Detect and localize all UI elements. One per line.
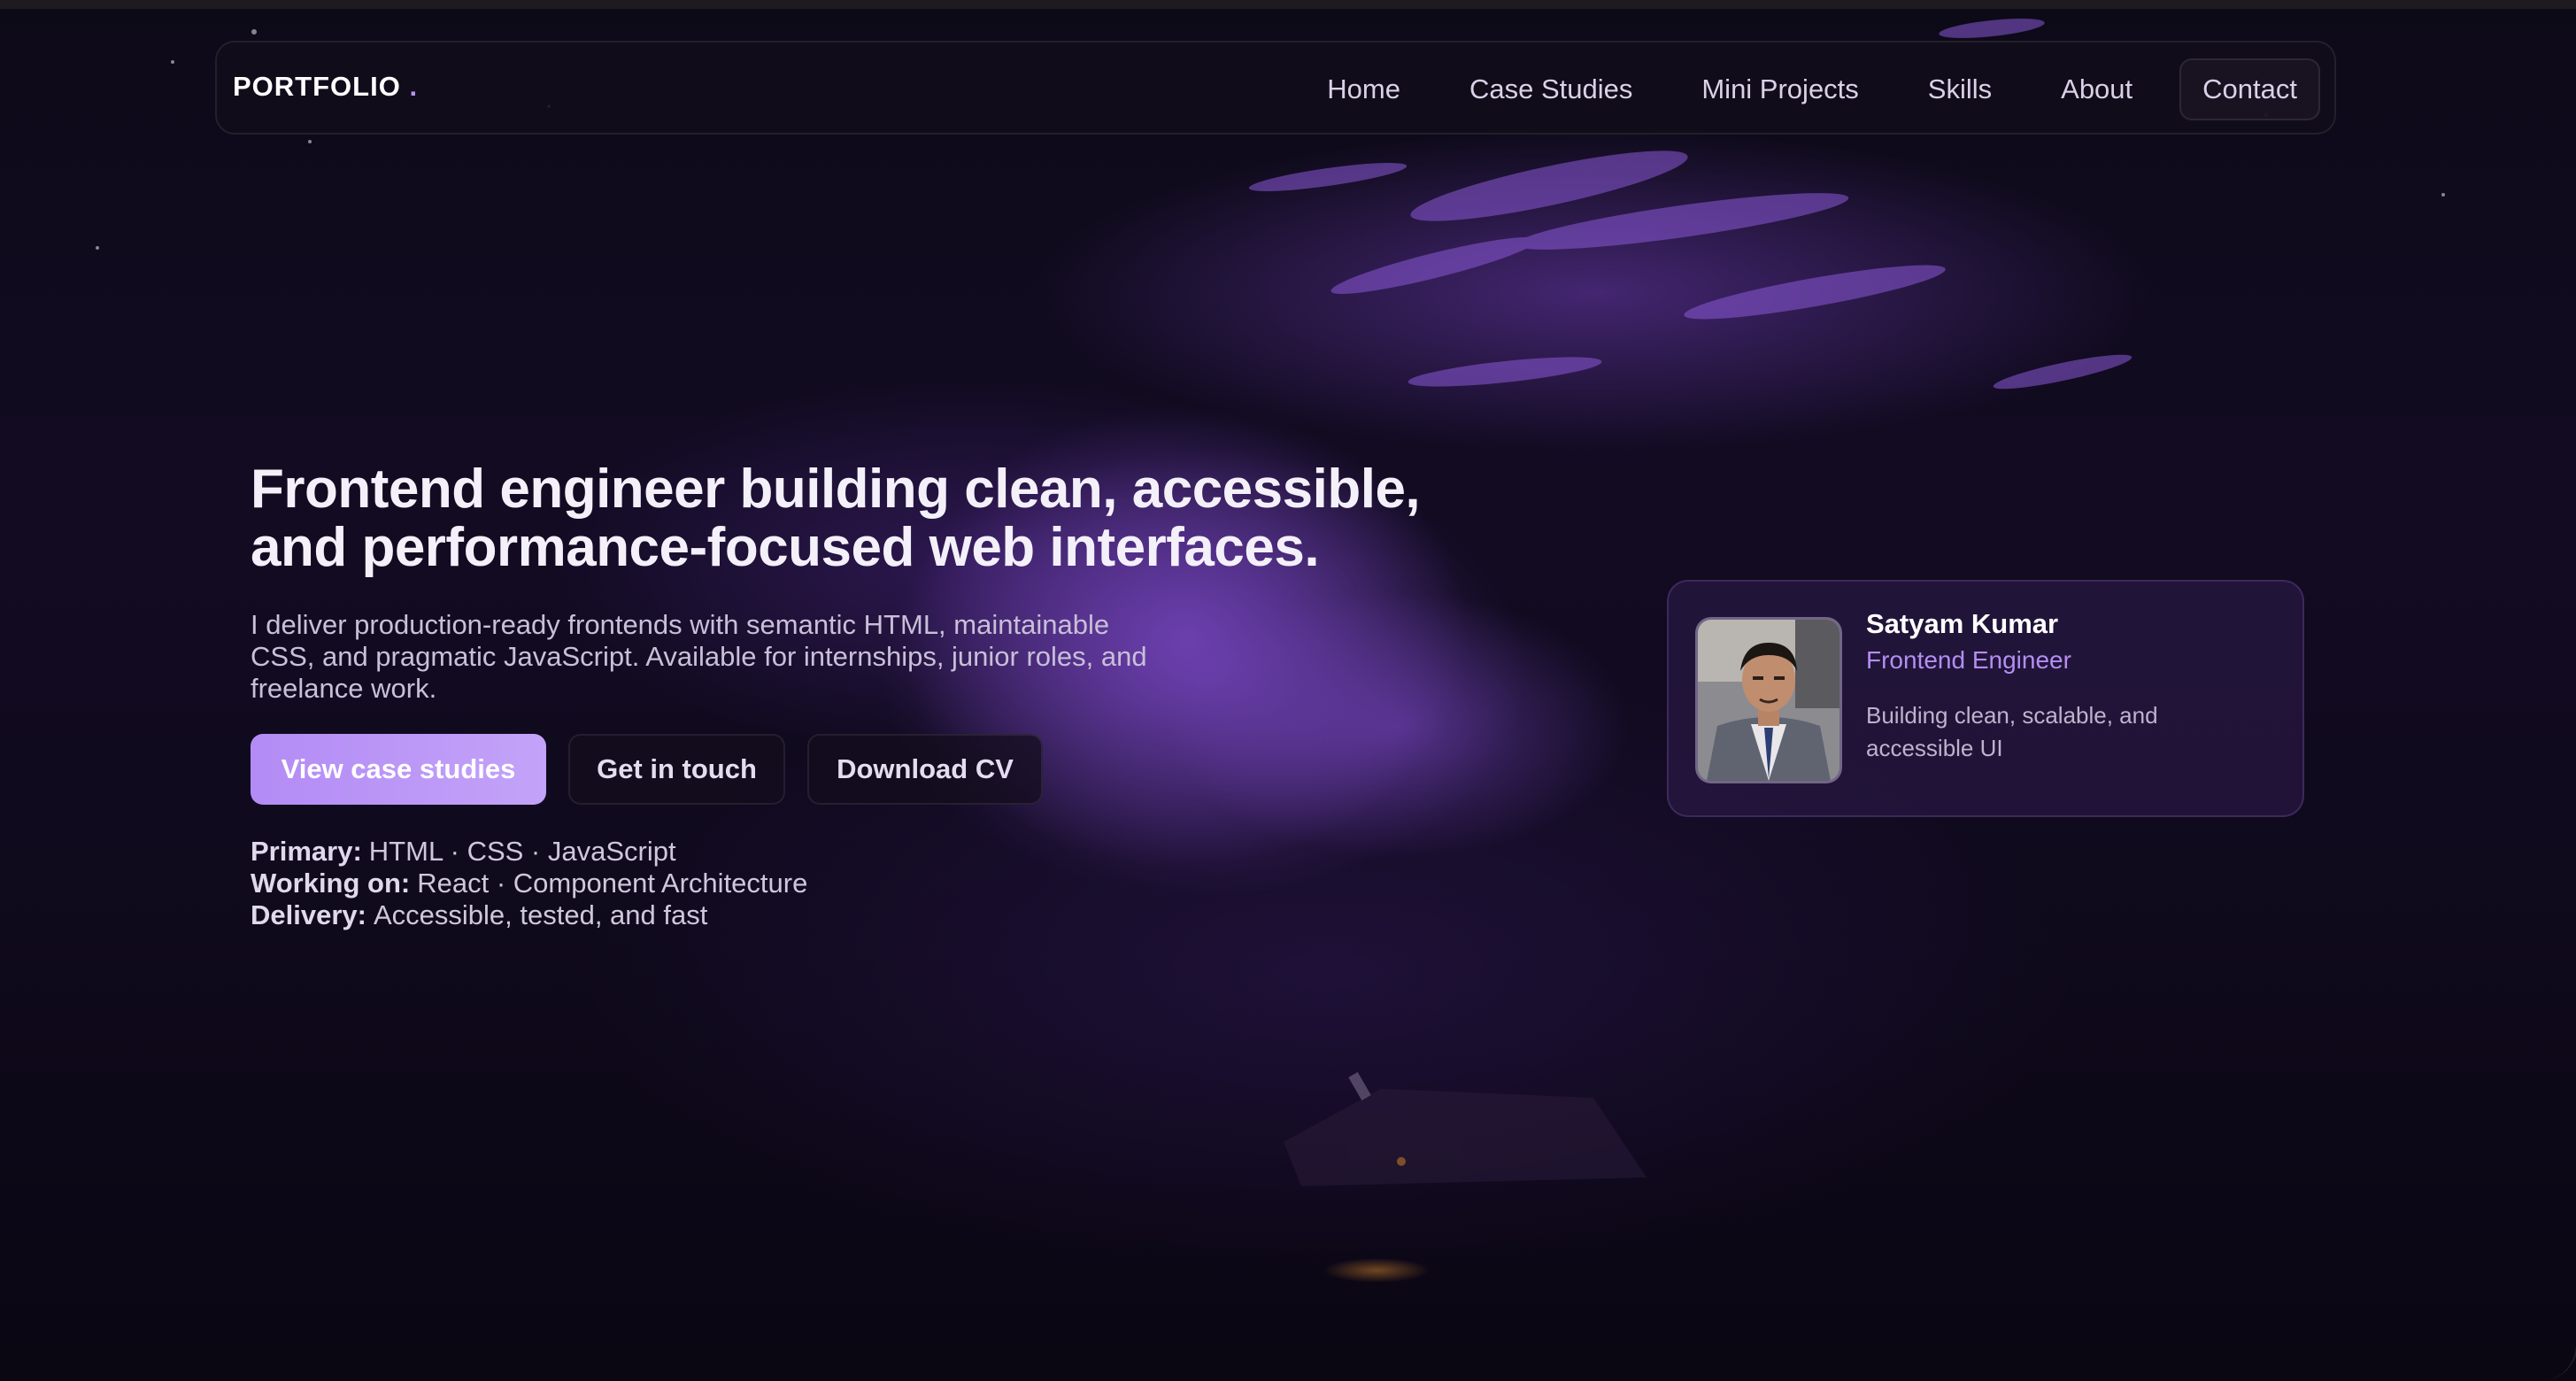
browser-top-strip [0, 0, 2576, 9]
skills-summary-row: Primary: HTML · CSS · JavaScript [251, 836, 807, 868]
hero-title-line: and performance-focused web interfaces. [251, 517, 1320, 578]
brand-text: PORTFOLIO [233, 71, 401, 102]
summary-value: React · Component Architecture [417, 868, 808, 899]
nav-link-about[interactable]: About [2026, 58, 2167, 120]
nav-link-contact[interactable]: Contact [2179, 58, 2320, 120]
summary-label: Working on: [251, 868, 411, 899]
top-navbar: PORTFOLIO . Home Case Studies Mini Proje… [215, 41, 2336, 135]
portfolio-page: PORTFOLIO . Home Case Studies Mini Proje… [0, 0, 2576, 1381]
summary-label: Delivery: [251, 899, 366, 930]
window-edge [2541, 319, 2576, 1381]
summary-label: Primary: [251, 836, 362, 867]
brand-dot: . [409, 71, 419, 102]
nav-link-home[interactable]: Home [1292, 58, 1435, 120]
profile-role: Frontend Engineer [1866, 646, 2071, 674]
skills-summary: Primary: HTML · CSS · JavaScript Working … [251, 836, 807, 931]
profile-card: Satyam Kumar Frontend Engineer Building … [1667, 580, 2304, 817]
hero-description-line: I deliver production-ready frontends wit… [251, 609, 1110, 640]
profile-name: Satyam Kumar [1866, 608, 2059, 639]
summary-value: Accessible, tested, and fast [373, 899, 708, 930]
skills-summary-row: Working on: React · Component Architectur… [251, 868, 807, 899]
nav-link-case-studies[interactable]: Case Studies [1435, 58, 1667, 120]
hero-description-line: CSS, and pragmatic JavaScript. Available… [251, 641, 1147, 672]
profile-tagline-line: accessible UI [1866, 735, 2003, 761]
skills-summary-row: Delivery: Accessible, tested, and fast [251, 899, 807, 931]
view-case-studies-button[interactable]: View case studies [251, 734, 546, 805]
get-in-touch-button[interactable]: Get in touch [568, 734, 785, 805]
hero-description: I deliver production-ready frontends wit… [251, 609, 1242, 705]
hero-description-line: freelance work. [251, 673, 437, 704]
download-cv-button[interactable]: Download CV [807, 734, 1043, 805]
avatar [1695, 617, 1842, 783]
hero-title: Frontend engineer building clean, access… [251, 460, 1534, 577]
profile-tagline: Building clean, scalable, and accessible… [1866, 699, 2238, 765]
profile-tagline-line: Building clean, scalable, and [1866, 702, 2158, 729]
nav-links: Home Case Studies Mini Projects Skills A… [1292, 58, 2320, 120]
nav-link-skills[interactable]: Skills [1893, 58, 2026, 120]
hero-title-line: Frontend engineer building clean, access… [251, 459, 1421, 520]
brand-logo[interactable]: PORTFOLIO . [233, 71, 418, 103]
nav-link-mini-projects[interactable]: Mini Projects [1667, 58, 1893, 120]
summary-value: HTML · CSS · JavaScript [368, 836, 676, 867]
profile-photo [1698, 620, 1839, 781]
